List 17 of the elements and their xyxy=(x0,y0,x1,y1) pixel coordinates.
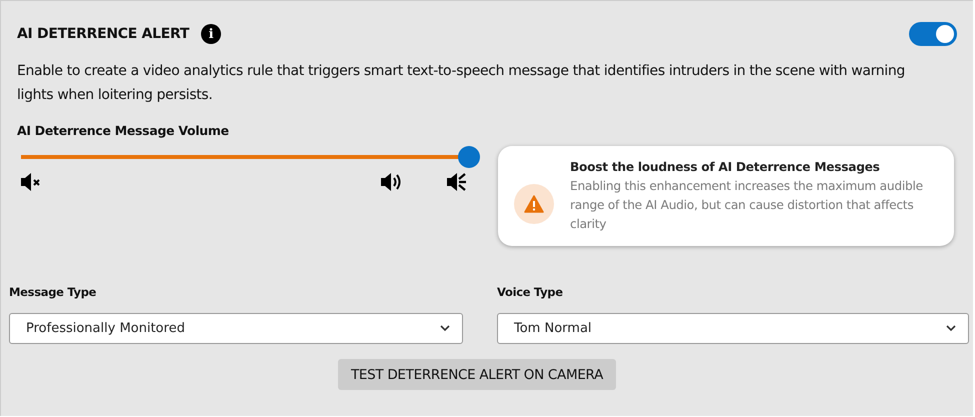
volume-label: AI Deterrence Message Volume xyxy=(16,122,230,138)
chevron-down-icon xyxy=(946,325,956,332)
tooltip-text: Enabling this enhancement increases the maximum audible range of the AI Audio, but can cause distortion that affects clarity xyxy=(570,178,924,233)
warning-icon xyxy=(524,195,544,213)
tooltip-title: Boost the loudness of AI Deterrence Messages xyxy=(570,159,881,176)
loud-speaker-icon[interactable] xyxy=(447,171,469,193)
description: Enable to create a video analytics rule that triggers smart text-to-speech message that identifies intruders in the scene with warning lights when loitering persists. xyxy=(16,62,906,105)
test-alert-button[interactable]: TEST DETERRENCE ALERT ON CAMERA xyxy=(338,359,616,390)
section-title: AI DETERRENCE ALERT xyxy=(17,26,190,42)
field-label: Message Type xyxy=(9,285,98,301)
dropdown[interactable]: Tom Normal xyxy=(497,313,969,344)
volume-slider[interactable] xyxy=(21,146,480,168)
toggle-switch[interactable] xyxy=(909,22,957,46)
info-icon[interactable]: i xyxy=(201,24,222,44)
chevron-down-icon xyxy=(440,325,450,332)
field-label: Voice Type xyxy=(497,285,564,301)
dropdown[interactable]: Professionally Monitored xyxy=(9,313,463,344)
